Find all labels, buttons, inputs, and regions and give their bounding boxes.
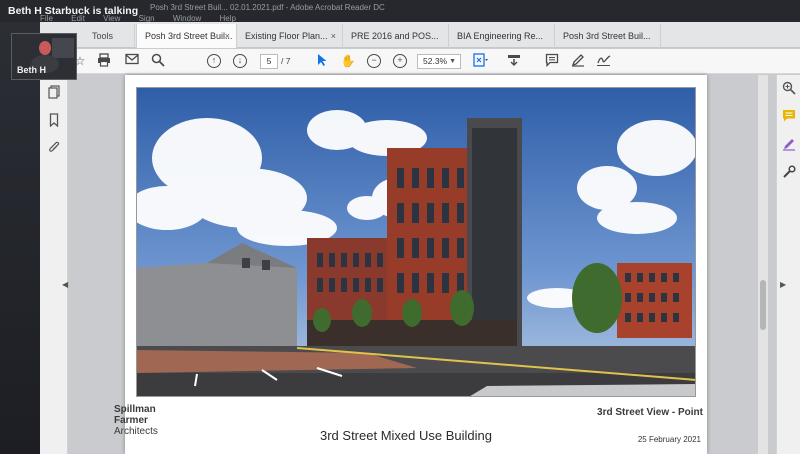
attachment-icon[interactable] bbox=[46, 141, 62, 157]
main-toolbar: ☆ ↑ ↓ 5 / 7 ✋ − + 52.3% ▼ bbox=[40, 49, 800, 74]
tab-label: Posh 3rd Street Buil... bbox=[563, 31, 651, 41]
zoom-value: 52.3% bbox=[423, 56, 448, 66]
collapse-right-icon[interactable]: ▶ bbox=[780, 280, 786, 289]
tab-document-2[interactable]: Existing Floor Plan... × bbox=[237, 24, 343, 48]
screen: Beth H Starbuck is talking Posh 3rd Stre… bbox=[0, 0, 800, 454]
zoom-in-icon[interactable]: + bbox=[393, 54, 407, 68]
meeting-top-bar: Beth H Starbuck is talking Posh 3rd Stre… bbox=[0, 0, 800, 23]
tab-bar: Tools Posh 3rd Street Buil... × Existing… bbox=[40, 22, 800, 48]
search-icon[interactable] bbox=[150, 53, 166, 69]
view-label: 3rd Street View - Point bbox=[597, 407, 703, 418]
tools-pane: ▶ bbox=[776, 75, 800, 454]
tab-label: Posh 3rd Street Buil... bbox=[145, 31, 233, 41]
tab-document-3[interactable]: PRE 2016 and POS... bbox=[343, 24, 449, 48]
vertical-scrollbar[interactable] bbox=[758, 75, 768, 454]
document-title: 3rd Street Mixed Use Building bbox=[320, 428, 492, 443]
page-number-input[interactable]: 5 bbox=[260, 54, 278, 69]
collapse-left-icon[interactable]: ◀ bbox=[62, 280, 68, 289]
building-rendering-image bbox=[136, 87, 696, 397]
page-up-icon[interactable]: ↑ bbox=[207, 54, 221, 68]
page-count: / 7 bbox=[281, 56, 291, 66]
chevron-down-icon: ▼ bbox=[449, 58, 456, 65]
scroll-mode-icon[interactable] bbox=[506, 53, 522, 69]
pdf-page: Spillman Farmer Architects 3rd Street Vi… bbox=[114, 75, 707, 454]
tab-document-5[interactable]: Posh 3rd Street Buil... bbox=[555, 24, 661, 48]
close-icon[interactable]: × bbox=[331, 24, 336, 48]
print-icon[interactable] bbox=[96, 53, 112, 69]
zoom-search-icon[interactable] bbox=[781, 81, 797, 97]
tab-document-1[interactable]: Posh 3rd Street Buil... × bbox=[136, 24, 237, 48]
participant-video-tile[interactable]: Beth H bbox=[11, 33, 77, 80]
zoom-level-select[interactable]: 52.3% ▼ bbox=[417, 54, 461, 69]
tools-more-icon[interactable] bbox=[781, 165, 797, 181]
firm-logo: Spillman Farmer Architects bbox=[114, 404, 158, 437]
window-title: Posh 3rd Street Buil... 02.01.2021.pdf -… bbox=[150, 3, 385, 12]
pages-icon[interactable] bbox=[46, 85, 62, 101]
select-cursor-icon[interactable] bbox=[314, 53, 330, 69]
tab-label: Existing Floor Plan... bbox=[245, 31, 328, 41]
comment-icon[interactable] bbox=[544, 53, 560, 69]
bookmark-icon[interactable] bbox=[46, 113, 62, 129]
scrollbar-thumb[interactable] bbox=[760, 280, 766, 330]
tab-label: PRE 2016 and POS... bbox=[351, 31, 439, 41]
highlight-pen-icon[interactable] bbox=[570, 53, 586, 69]
hand-icon[interactable]: ✋ bbox=[340, 53, 356, 69]
fit-page-icon[interactable] bbox=[473, 53, 489, 69]
acrobat-window: Tools Posh 3rd Street Buil... × Existing… bbox=[40, 22, 800, 454]
navigation-pane: ◀ bbox=[40, 75, 68, 454]
mail-icon[interactable] bbox=[124, 53, 140, 69]
document-date: 25 February 2021 bbox=[637, 435, 701, 444]
participant-name: Beth H bbox=[17, 65, 46, 75]
firm-name-line: Spillman bbox=[114, 404, 156, 415]
page-down-icon[interactable]: ↓ bbox=[233, 54, 247, 68]
close-icon[interactable]: × bbox=[225, 24, 230, 48]
firm-name-line: Farmer bbox=[114, 415, 148, 426]
comment-panel-icon[interactable] bbox=[781, 109, 797, 125]
sign-icon[interactable] bbox=[596, 53, 612, 69]
firm-name-line: Architects bbox=[114, 426, 158, 437]
tab-label: BIA Engineering Re... bbox=[457, 31, 544, 41]
edit-pdf-icon[interactable] bbox=[781, 137, 797, 153]
tab-document-4[interactable]: BIA Engineering Re... bbox=[449, 24, 555, 48]
zoom-out-icon[interactable]: − bbox=[367, 54, 381, 68]
